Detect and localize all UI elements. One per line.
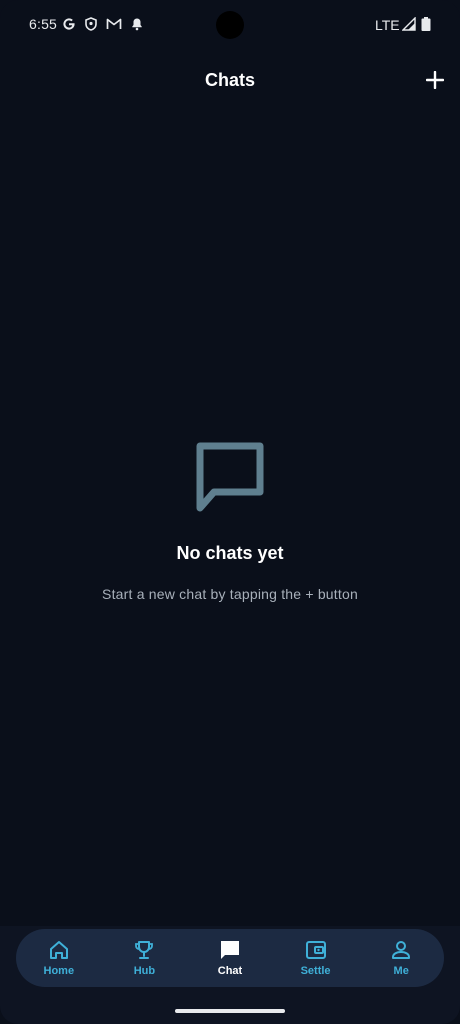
chats-screen: 6:55 LTE Chats No chats yet Start a new … (0, 0, 460, 1024)
empty-state-subtitle: Start a new chat by tapping the + button (102, 586, 358, 602)
google-icon (63, 18, 75, 30)
shield-icon (85, 17, 97, 31)
bottom-navigation: Home Hub Chat Settle Me (16, 929, 444, 987)
battery-icon (421, 17, 431, 31)
person-icon (392, 941, 411, 959)
network-label: LTE (375, 17, 400, 33)
bell-icon (132, 18, 142, 31)
status-bar: 6:55 LTE (0, 0, 460, 50)
nav-item-chat[interactable]: Chat (187, 929, 273, 987)
page-title: Chats (204, 70, 255, 90)
nav-label-hub: Hub (133, 965, 156, 977)
home-icon (49, 941, 68, 959)
wallet-icon (305, 941, 326, 959)
new-chat-button[interactable] (421, 66, 449, 94)
nav-item-settle[interactable]: Settle (273, 929, 359, 987)
nav-label-me: Me (393, 965, 409, 977)
gmail-icon (106, 18, 122, 29)
camera-cutout (216, 11, 244, 39)
empty-state-title: No chats yet (176, 543, 284, 563)
nav-item-me[interactable]: Me (358, 929, 444, 987)
nav-item-hub[interactable]: Hub (102, 929, 188, 987)
nav-label-settle: Settle (300, 965, 331, 977)
signal-icon (402, 17, 416, 31)
nav-label-chat: Chat (217, 965, 243, 977)
home-indicator[interactable] (175, 1009, 285, 1013)
plus-icon (426, 71, 444, 89)
trophy-icon (135, 941, 154, 959)
status-time: 6:55 (29, 16, 58, 32)
chat-bubble-icon (196, 442, 264, 512)
nav-label-home: Home (43, 965, 75, 977)
nav-item-home[interactable]: Home (16, 929, 102, 987)
chat-icon (220, 941, 239, 959)
